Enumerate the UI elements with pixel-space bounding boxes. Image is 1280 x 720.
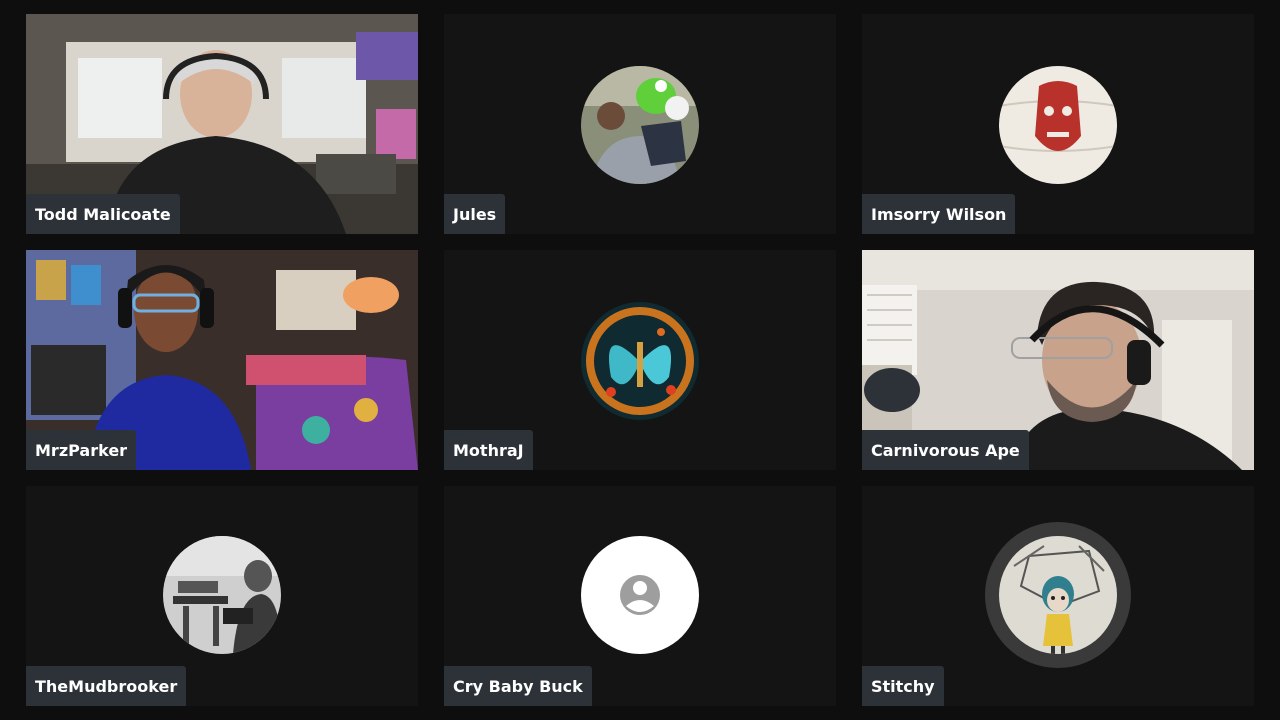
participant-grid: Todd Malicoate Jules Imsorry Wilson MrzP…: [0, 0, 1280, 720]
participant-tile-carnivorous-ape[interactable]: Carnivorous Ape: [862, 250, 1254, 470]
participant-name: Cry Baby Buck: [444, 666, 592, 706]
avatar: [581, 302, 699, 420]
participant-name: Stitchy: [862, 666, 944, 706]
participant-tile-themudbrooker[interactable]: TheMudbrooker: [26, 486, 418, 706]
participant-name: Jules: [444, 194, 506, 234]
participant-name: MrzParker: [26, 430, 137, 470]
avatar: [999, 66, 1117, 184]
participant-tile-mothraj[interactable]: MothraJ: [444, 250, 836, 470]
avatar: [163, 536, 281, 654]
participant-name: Carnivorous Ape: [862, 430, 1029, 470]
participant-tile-imsorry-wilson[interactable]: Imsorry Wilson: [862, 14, 1254, 234]
person-icon: [620, 575, 660, 615]
participant-tile-jules[interactable]: Jules: [444, 14, 836, 234]
participant-tile-mrzparker[interactable]: MrzParker: [26, 250, 418, 470]
participant-name: Todd Malicoate: [26, 194, 180, 234]
participant-tile-todd-malicoate[interactable]: Todd Malicoate: [26, 14, 418, 234]
participant-tile-stitchy[interactable]: Stitchy: [862, 486, 1254, 706]
avatar: [581, 536, 699, 654]
avatar: [999, 536, 1117, 654]
participant-name: TheMudbrooker: [26, 666, 187, 706]
participant-name: MothraJ: [444, 430, 533, 470]
participant-name: Imsorry Wilson: [862, 194, 1016, 234]
avatar: [581, 66, 699, 184]
participant-tile-cry-baby-buck[interactable]: Cry Baby Buck: [444, 486, 836, 706]
